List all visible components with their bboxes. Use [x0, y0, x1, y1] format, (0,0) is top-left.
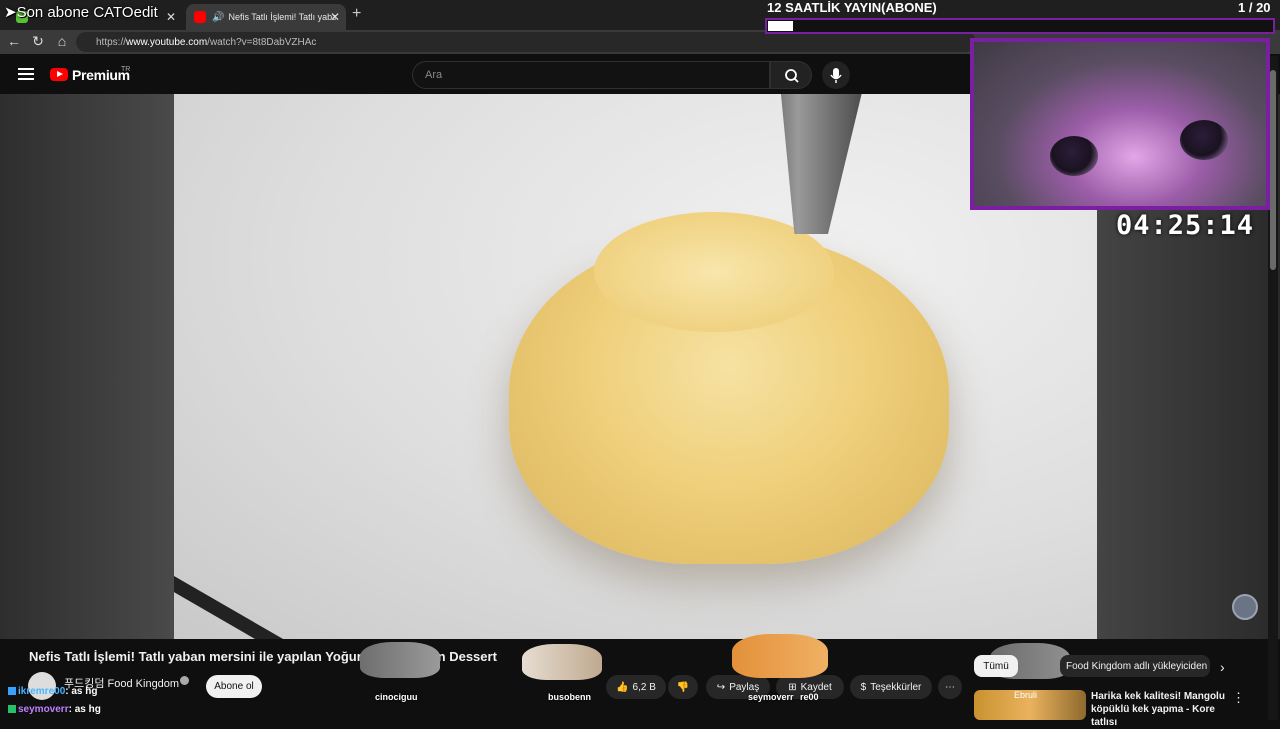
- subscriber-goal-bar: [765, 18, 1275, 34]
- youtube-favicon-icon: [194, 11, 206, 23]
- cat-overlay-gray: [360, 642, 440, 678]
- url-field[interactable]: https://www.youtube.com/watch?v=8t8DabVZ…: [76, 32, 976, 52]
- video-backdrop-left: [0, 94, 174, 639]
- share-label: Paylaş: [729, 681, 760, 693]
- filter-chip-uploader[interactable]: Food Kingdom adlı yükleyiciden: [1060, 655, 1210, 677]
- more-options-icon[interactable]: ⋮: [1232, 690, 1245, 706]
- save-icon: ⊞: [788, 681, 797, 693]
- chat-badge-icon: [8, 705, 16, 714]
- dislike-button[interactable]: 👎: [668, 675, 698, 699]
- reload-icon[interactable]: ↻: [28, 33, 48, 50]
- thanks-icon: $: [860, 681, 867, 693]
- webcam-cat-eye-right: [1180, 120, 1228, 160]
- thanks-label: Teşekkürler: [870, 681, 922, 693]
- tab-label: Nefis Tatlı İşlemi! Tatlı yaban m: [228, 12, 337, 22]
- save-label: Kaydet: [800, 681, 832, 693]
- cat-name-label: cinociguu: [375, 692, 418, 702]
- subscribe-button[interactable]: Abone ol: [206, 675, 262, 698]
- scrollbar-thumb[interactable]: [1270, 70, 1276, 270]
- filter-chip-all[interactable]: Tümü: [974, 655, 1018, 677]
- chevron-right-icon[interactable]: ›: [1220, 659, 1225, 675]
- search-input[interactable]: Ara: [412, 61, 770, 89]
- chat-text: : as hg: [68, 704, 101, 715]
- webcam-cat-eye-left: [1050, 136, 1098, 176]
- stream-title-overlay: ➤Son abone CATOedit: [4, 4, 158, 21]
- stream-timer: 04:25:14: [1116, 210, 1255, 241]
- share-icon: ↪: [716, 681, 726, 693]
- subscriber-goal-fill: [768, 21, 793, 31]
- thumbnail-caption: Ebruli: [1014, 690, 1038, 700]
- hamburger-menu-icon[interactable]: [18, 68, 34, 80]
- live-stream-title: 12 SAATLİK YAYIN(ABONE): [767, 0, 937, 15]
- url-host: www.youtube.com: [126, 36, 208, 48]
- close-icon[interactable]: ✕: [330, 10, 340, 24]
- browser-tab-2[interactable]: 🔊 Nefis Tatlı İşlemi! Tatlı yaban m ✕: [186, 4, 346, 30]
- brand-region: TR: [121, 66, 131, 73]
- url-path: /watch?v=8t8DabVZHAc: [207, 36, 317, 48]
- back-icon[interactable]: ←: [4, 33, 24, 49]
- url-prefix: https://: [96, 36, 127, 48]
- more-actions-button[interactable]: ⋯: [938, 675, 962, 699]
- cat-name-label: busobenn: [548, 692, 591, 702]
- cat-name-label: re00: [800, 692, 819, 702]
- voice-search-button[interactable]: [822, 61, 850, 89]
- cat-name-label: seymoverr: [748, 692, 794, 702]
- search-button[interactable]: [770, 61, 812, 89]
- subscriber-goal-count: 1 / 20: [1238, 0, 1271, 15]
- chat-user: seymoverr: [18, 704, 69, 715]
- chat-message: ikremre00: as hg: [8, 686, 98, 697]
- chat-message: seymoverr: as hg: [8, 704, 101, 715]
- like-count: 6,2 B: [632, 681, 656, 693]
- video-piping-nozzle: [780, 94, 864, 234]
- speaker-icon[interactable]: 🔊: [212, 12, 224, 23]
- chat-badge-icon: [8, 687, 16, 696]
- thanks-button[interactable]: $ Teşekkürler: [850, 675, 932, 699]
- search-icon: [785, 69, 799, 83]
- webcam-overlay: [970, 38, 1270, 210]
- recommendation-title[interactable]: Harika kek kalitesi! Mangolu köpüklü kek…: [1091, 690, 1231, 729]
- chat-user: ikremre00: [18, 686, 66, 697]
- channel-watermark-icon[interactable]: [1232, 594, 1258, 620]
- youtube-logo-icon[interactable]: [50, 68, 68, 81]
- new-tab-button[interactable]: +: [352, 5, 361, 23]
- like-button[interactable]: 👍 6,2 B: [606, 675, 666, 699]
- thumbs-up-icon: 👍: [616, 681, 629, 693]
- verified-badge-icon: [180, 676, 189, 685]
- video-frame[interactable]: [174, 94, 1097, 639]
- video-utensil: [174, 554, 398, 639]
- home-icon[interactable]: ⌂: [52, 33, 72, 49]
- cat-overlay-orange: [732, 634, 828, 678]
- thumbs-down-icon: 👎: [676, 681, 690, 693]
- cat-overlay-siamese: [522, 644, 602, 680]
- microphone-icon: [830, 68, 842, 83]
- close-icon[interactable]: ✕: [166, 10, 176, 24]
- chat-text: : as hg: [65, 686, 98, 697]
